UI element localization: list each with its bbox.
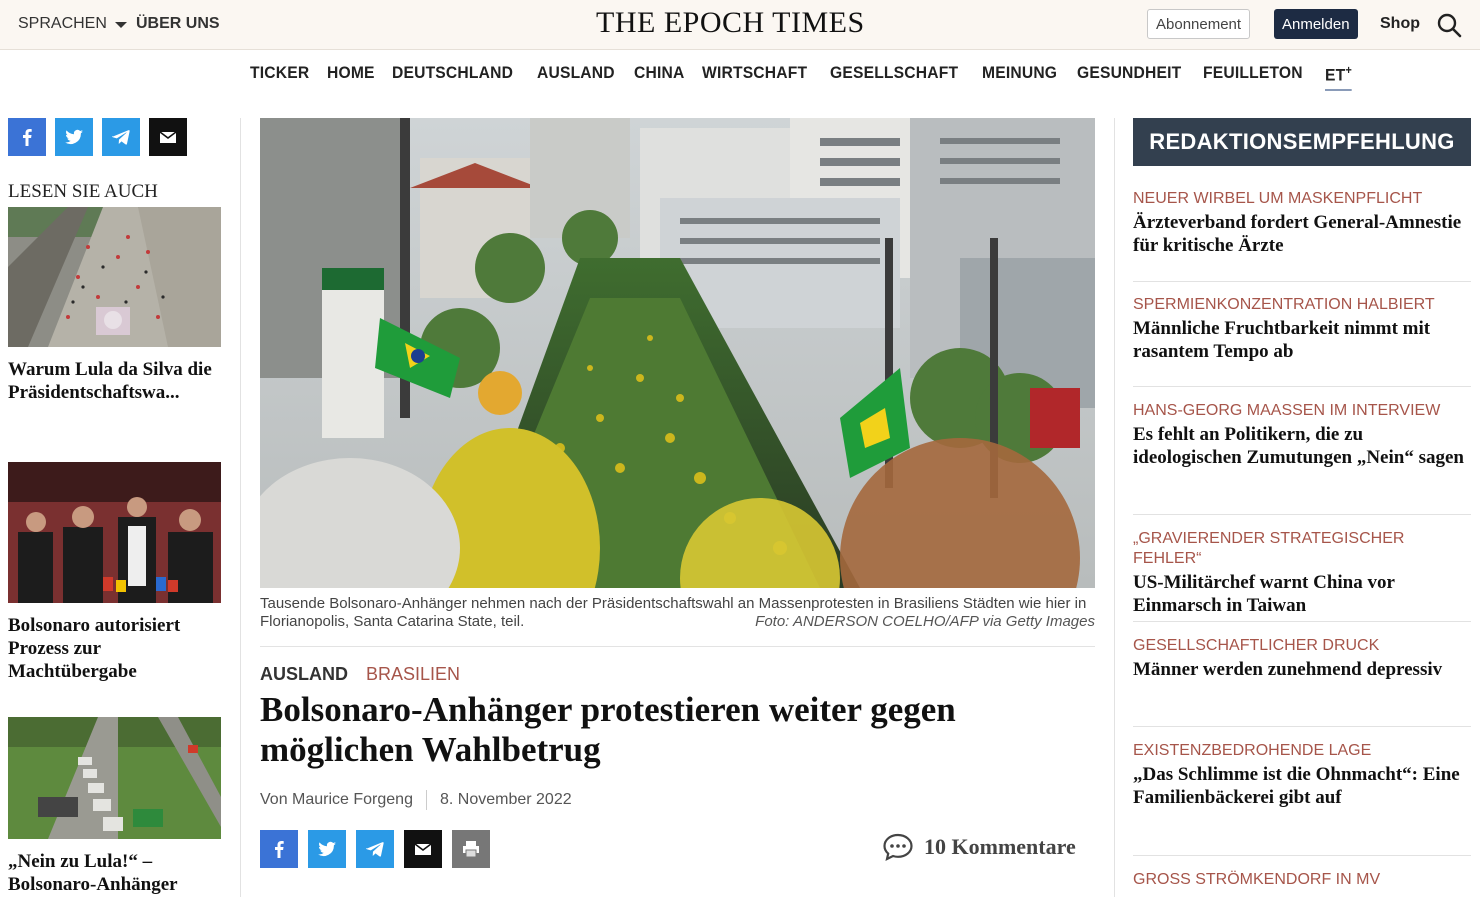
recommendation-title: Ärzteverband fordert General-Amnestie fü… <box>1133 212 1462 256</box>
recommendation-item[interactable]: „GRAVIERENDER STRATEGISCHER FEHLER“ US-M… <box>1133 529 1471 617</box>
recommendation-kicker: HANS-GEORG MAASSEN IM INTERVIEW <box>1133 402 1441 419</box>
recommendation-item[interactable]: NEUER WIRBEL UM MASKENPFLICHT Ärzteverba… <box>1133 189 1471 257</box>
telegram-icon <box>366 842 384 857</box>
comments-count: 10 Kommentare <box>924 834 1076 859</box>
about-link[interactable]: ÜBER UNS <box>136 15 220 33</box>
facebook-icon <box>23 129 32 146</box>
recommendations-heading: REDAKTIONSEMPFEHLUNG <box>1133 118 1471 166</box>
column-divider-right <box>1114 118 1115 897</box>
author[interactable]: Von Maurice Forgeng <box>260 791 413 809</box>
teaser-image-3[interactable] <box>8 717 221 839</box>
top-bar: SPRACHEN ÜBER UNS THE EPOCH TIMES Abonne… <box>0 0 1480 50</box>
recommendation-item[interactable]: SPERMIENKONZENTRATION HALBIERT Männliche… <box>1133 295 1471 363</box>
nav-item-etplus[interactable]: ET+ <box>1324 63 1352 91</box>
mail-icon <box>414 843 432 855</box>
email-share-button[interactable] <box>149 118 187 156</box>
nav-item-home[interactable]: HOME <box>327 63 375 91</box>
divider <box>1133 621 1471 622</box>
nav-item-gesellschaft[interactable]: GESELLSCHAFT <box>830 63 958 91</box>
nav-item-meinung[interactable]: MEINUNG <box>982 63 1057 91</box>
nav-item-china[interactable]: CHINA <box>634 63 684 91</box>
twitter-share-button[interactable] <box>55 118 93 156</box>
recommendation-item[interactable]: GROSS STRÖMKENDORF IN MV <box>1133 870 1471 890</box>
facebook-icon <box>275 841 284 858</box>
teaser-image-1[interactable] <box>8 207 221 347</box>
divider <box>1133 726 1471 727</box>
nav-item-deutschland[interactable]: DEUTSCHLAND <box>392 63 513 91</box>
facebook-share-button[interactable] <box>260 830 298 868</box>
etplus-label: ET <box>1324 65 1345 85</box>
recommendation-title: Es fehlt an Politikern, die zu ideologis… <box>1133 424 1464 468</box>
nav-item-ausland[interactable]: AUSLAND <box>537 63 615 91</box>
recommendation-kicker: EXISTENZBEDROHENDE LAGE <box>1133 742 1372 759</box>
recommendation-kicker: „GRAVIERENDER STRATEGISCHER FEHLER“ <box>1133 530 1405 567</box>
nav-item-gesundheit[interactable]: GESUNDHEIT <box>1077 63 1181 91</box>
divider <box>1133 514 1471 515</box>
caption-divider <box>260 646 1095 647</box>
print-icon <box>463 841 479 858</box>
subscribe-button[interactable]: Abonnement <box>1147 9 1251 39</box>
nav-item-wirtschaft[interactable]: WIRTSCHAFT <box>702 63 807 91</box>
byline-separator <box>425 790 427 810</box>
recommendation-item[interactable]: HANS-GEORG MAASSEN IM INTERVIEW Es fehlt… <box>1133 401 1471 469</box>
telegram-share-button[interactable] <box>102 118 140 156</box>
main-nav: TICKER HOME DEUTSCHLAND AUSLAND CHINA WI… <box>0 51 1480 99</box>
share-bar-left <box>8 118 187 156</box>
recommendation-title: US-Militärchef warnt China vor Einmarsch… <box>1133 572 1395 616</box>
print-button[interactable] <box>452 830 490 868</box>
facebook-share-button[interactable] <box>8 118 46 156</box>
language-label: SPRACHEN <box>18 15 107 32</box>
site-logo[interactable]: THE EPOCH TIMES <box>596 6 865 40</box>
twitter-icon <box>65 129 83 145</box>
section-link[interactable]: AUSLAND <box>260 664 348 685</box>
topic-link[interactable]: BRASILIEN <box>366 664 460 685</box>
nav-item-ticker[interactable]: TICKER <box>250 63 309 91</box>
telegram-icon <box>112 130 130 145</box>
publish-date: 8. November 2022 <box>439 791 572 808</box>
divider <box>1133 281 1471 282</box>
email-share-button[interactable] <box>404 830 442 868</box>
twitter-icon <box>318 841 336 857</box>
teaser-image-2[interactable] <box>8 462 221 603</box>
photo-credit: Foto: ANDERSON COELHO/AFP via Getty Imag… <box>755 613 1095 630</box>
comments-link[interactable]: 10 Kommentare <box>882 832 1076 862</box>
read-also-heading: LESEN SIE AUCH <box>8 181 158 202</box>
recommendation-item[interactable]: GESELLSCHAFTLICHER DRUCK Männer werden z… <box>1133 636 1471 681</box>
twitter-share-button[interactable] <box>308 830 346 868</box>
recommendation-kicker: GROSS STRÖMKENDORF IN MV <box>1133 871 1381 888</box>
search-icon[interactable] <box>1436 12 1462 38</box>
mail-icon <box>159 131 177 143</box>
caret-down-icon <box>114 22 127 28</box>
byline: Von Maurice Forgeng 8. November 2022 <box>260 790 572 810</box>
nav-item-feuilleton[interactable]: FEUILLETON <box>1203 63 1303 91</box>
recommendation-title: Männer werden zunehmend depressiv <box>1133 659 1443 680</box>
recommendation-kicker: NEUER WIRBEL UM MASKENPFLICHT <box>1133 190 1423 207</box>
article-headline: Bolsonaro-Anhänger protestieren weiter g… <box>260 690 956 769</box>
language-selector[interactable]: SPRACHEN <box>18 15 127 33</box>
recommendation-item[interactable]: EXISTENZBEDROHENDE LAGE „Das Schlimme is… <box>1133 741 1471 809</box>
shop-link[interactable]: Shop <box>1380 15 1420 33</box>
etplus-sup: + <box>1344 63 1352 77</box>
article-kicker: AUSLAND BRASILIEN <box>260 664 460 685</box>
login-button[interactable]: Anmelden <box>1274 9 1358 39</box>
divider <box>1133 855 1471 856</box>
recommendation-kicker: GESELLSCHAFTLICHER DRUCK <box>1133 637 1380 654</box>
hero-caption: Tausende Bolsonaro-Anhänger nehmen nach … <box>260 595 1095 631</box>
hero-image <box>260 118 1095 588</box>
divider <box>1133 386 1471 387</box>
comment-icon <box>883 833 913 862</box>
recommendation-title: „Das Schlimme ist die Ohnmacht“: Eine Fa… <box>1133 764 1460 808</box>
teaser-title-2[interactable]: Bolsonaro autorisiert Prozess zur Machtü… <box>8 614 223 683</box>
column-divider-left <box>240 118 241 897</box>
teaser-title-1[interactable]: Warum Lula da Silva die Präsidentschafts… <box>8 358 223 404</box>
recommendation-title: Männliche Fruchtbarkeit nimmt mit rasant… <box>1133 318 1431 362</box>
share-bar-main <box>260 830 490 868</box>
telegram-share-button[interactable] <box>356 830 394 868</box>
recommendation-kicker: SPERMIENKONZENTRATION HALBIERT <box>1133 296 1435 313</box>
teaser-title-3[interactable]: „Nein zu Lula!“ – Bolsonaro-Anhänger <box>8 850 223 896</box>
